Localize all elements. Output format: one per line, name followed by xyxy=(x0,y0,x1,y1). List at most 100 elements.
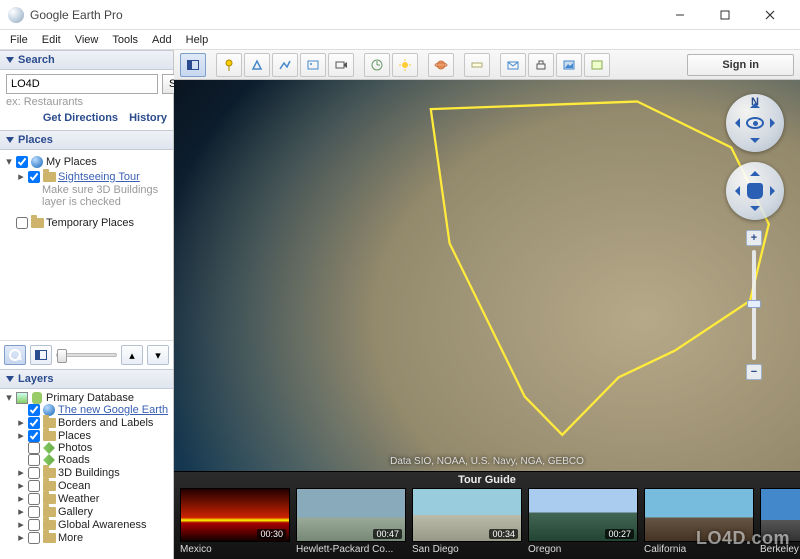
layer-item[interactable]: ▸Ocean xyxy=(16,479,169,492)
find-button[interactable] xyxy=(4,345,26,365)
menu-view[interactable]: View xyxy=(69,32,105,48)
panel-toggle-button[interactable] xyxy=(30,345,52,365)
planet-button[interactable] xyxy=(428,53,454,77)
places-panel-header[interactable]: Places xyxy=(0,130,173,150)
zoom-slider[interactable]: + − xyxy=(746,230,762,380)
places-my-places[interactable]: ▾ My Places xyxy=(4,154,169,169)
layer-checkbox[interactable] xyxy=(28,467,40,479)
historical-button[interactable] xyxy=(364,53,390,77)
expand-icon[interactable]: ▸ xyxy=(16,505,26,518)
sunlight-button[interactable] xyxy=(392,53,418,77)
menu-add[interactable]: Add xyxy=(146,32,178,48)
layers-panel-header[interactable]: Layers xyxy=(0,369,173,389)
layer-item[interactable]: ▸Weather xyxy=(16,492,169,505)
expand-icon[interactable]: ▸ xyxy=(16,429,26,442)
layer-label: Borders and Labels xyxy=(58,417,153,429)
places-temporary[interactable]: Temporary Places xyxy=(4,216,169,230)
layer-checkbox[interactable] xyxy=(28,506,40,518)
move-down-button[interactable]: ▾ xyxy=(147,345,169,365)
layer-label: Photos xyxy=(58,442,92,454)
map-canvas[interactable]: N + − xyxy=(174,80,800,559)
move-up-button[interactable]: ▴ xyxy=(121,345,143,365)
close-button[interactable] xyxy=(747,1,792,29)
tour-item[interactable]: 00:30Mexico xyxy=(180,488,290,555)
zoom-in-button[interactable]: + xyxy=(746,230,762,246)
expand-icon[interactable]: ▸ xyxy=(16,492,26,505)
expand-icon[interactable]: ▸ xyxy=(16,518,26,531)
expand-icon[interactable]: ▸ xyxy=(16,531,26,544)
temporary-label: Temporary Places xyxy=(46,217,134,229)
zoom-track[interactable] xyxy=(752,250,756,360)
layer-item[interactable]: ▸ More xyxy=(16,531,169,544)
tour-item[interactable]: 00:27Oregon xyxy=(528,488,638,555)
hide-sidebar-button[interactable] xyxy=(180,53,206,77)
sign-in-button[interactable]: Sign in xyxy=(687,54,794,76)
layer-item[interactable]: Roads xyxy=(16,454,169,466)
layer-checkbox[interactable] xyxy=(28,430,40,442)
menu-file[interactable]: File xyxy=(4,32,34,48)
tour-item[interactable]: 00:34San Diego xyxy=(412,488,522,555)
save-image-button[interactable] xyxy=(556,53,582,77)
zoom-thumb[interactable] xyxy=(747,300,761,308)
layer-checkbox[interactable] xyxy=(28,454,40,466)
look-right-icon xyxy=(770,118,780,128)
layer-item[interactable]: ▸Global Awareness xyxy=(16,518,169,531)
opacity-slider[interactable] xyxy=(56,353,117,357)
my-places-checkbox[interactable] xyxy=(16,156,28,168)
print-button[interactable] xyxy=(528,53,554,77)
maximize-button[interactable] xyxy=(702,1,747,29)
search-panel-header[interactable]: Search xyxy=(0,50,173,70)
nav-compass[interactable]: N xyxy=(726,94,784,152)
expand-icon[interactable]: ▸ xyxy=(16,170,26,183)
path-button[interactable] xyxy=(272,53,298,77)
layer-checkbox[interactable] xyxy=(28,442,40,454)
placemark-button[interactable] xyxy=(216,53,242,77)
layer-checkbox[interactable] xyxy=(28,417,40,429)
tour-duration: 00:47 xyxy=(373,529,402,539)
expand-icon[interactable]: ▸ xyxy=(16,416,26,429)
nav-pan[interactable] xyxy=(726,162,784,220)
ruler-button[interactable] xyxy=(464,53,490,77)
layers-primary-db[interactable]: ▾ Primary Database xyxy=(4,391,169,404)
email-button[interactable] xyxy=(500,53,526,77)
layer-label: More xyxy=(58,532,83,544)
layer-item[interactable]: ▸Places xyxy=(16,429,169,442)
get-directions-link[interactable]: Get Directions xyxy=(43,112,118,124)
expand-icon[interactable]: ▾ xyxy=(4,155,14,168)
image-overlay-button[interactable] xyxy=(300,53,326,77)
places-sightseeing[interactable]: ▸ Sightseeing Tour xyxy=(16,169,169,184)
layer-checkbox[interactable] xyxy=(28,532,40,544)
search-input[interactable] xyxy=(6,74,158,94)
expand-icon[interactable]: ▸ xyxy=(16,479,26,492)
layer-item[interactable]: ▸ Borders and Labels xyxy=(16,416,169,429)
layer-item[interactable]: ▸ Gallery xyxy=(16,505,169,518)
menu-help[interactable]: Help xyxy=(180,32,215,48)
layer-checkbox[interactable] xyxy=(28,519,40,531)
menu-tools[interactable]: Tools xyxy=(106,32,144,48)
layer-checkbox[interactable] xyxy=(28,480,40,492)
layer-item[interactable]: Photos xyxy=(16,442,169,454)
slider-thumb[interactable] xyxy=(57,349,67,363)
sightseeing-checkbox[interactable] xyxy=(28,171,40,183)
zoom-out-button[interactable]: − xyxy=(746,364,762,380)
layer-item[interactable]: The new Google Earth xyxy=(16,404,169,416)
view-maps-button[interactable] xyxy=(584,53,610,77)
menu-edit[interactable]: Edit xyxy=(36,32,67,48)
tristate-checkbox[interactable] xyxy=(16,392,28,404)
record-tour-button[interactable] xyxy=(328,53,354,77)
temporary-checkbox[interactable] xyxy=(16,217,28,229)
tour-duration: 00:30 xyxy=(257,529,286,539)
layer-checkbox[interactable] xyxy=(28,404,40,416)
polygon-button[interactable] xyxy=(244,53,270,77)
minimize-button[interactable] xyxy=(657,1,702,29)
history-link[interactable]: History xyxy=(129,112,167,124)
tour-item[interactable]: 00:47Hewlett-Packard Co... xyxy=(296,488,406,555)
tour-thumbnail: 00:47 xyxy=(296,488,406,542)
layer-item[interactable]: ▸3D Buildings xyxy=(16,466,169,479)
layer-label: Gallery xyxy=(58,506,93,518)
tour-guide-header: Tour Guide xyxy=(174,472,800,488)
expand-icon[interactable]: ▾ xyxy=(4,391,14,404)
layer-checkbox[interactable] xyxy=(28,493,40,505)
expand-icon[interactable]: ▸ xyxy=(16,466,26,479)
window-title: Google Earth Pro xyxy=(30,8,657,22)
